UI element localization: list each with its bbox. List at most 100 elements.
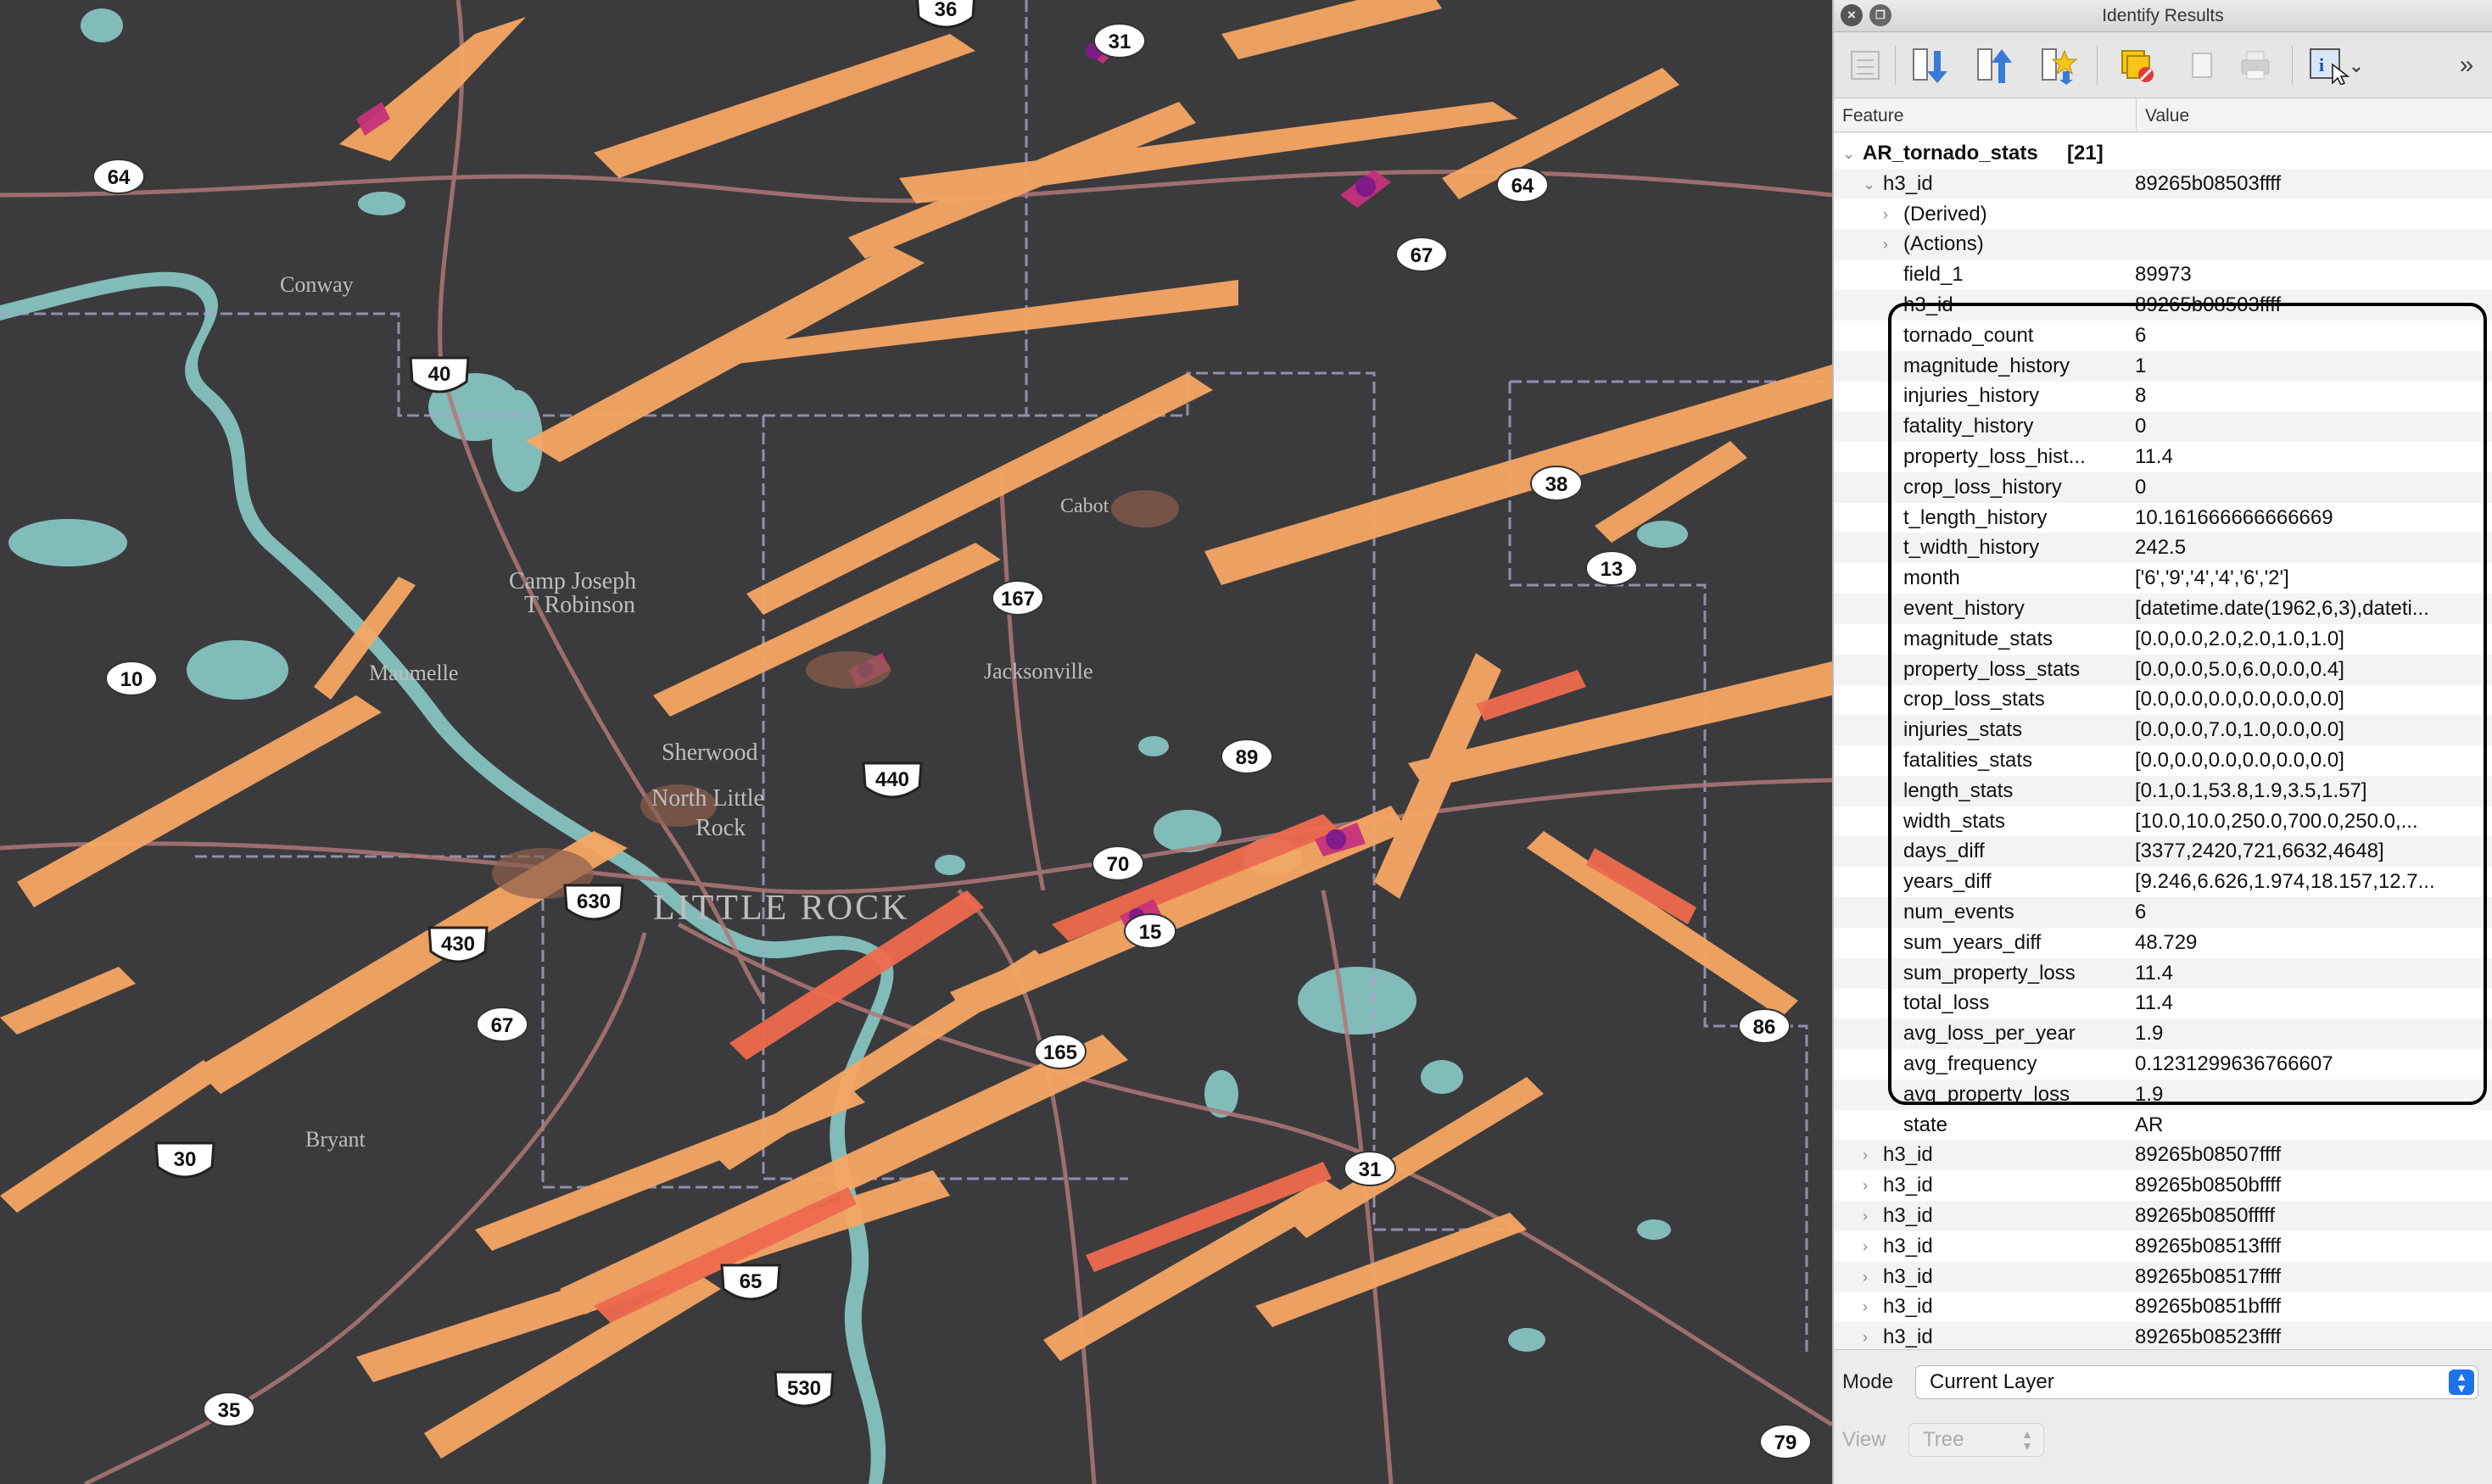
more-icon[interactable]: »	[2450, 44, 2484, 86]
feature-node[interactable]: › h3_id 89265b0850bffff	[1834, 1170, 2492, 1201]
attribute-row[interactable]: injuries_stats [0.0,0.0,7.0,1.0,0.0,0.0]	[1834, 715, 2492, 746]
interstate-shield: 630	[563, 884, 624, 921]
chevron-right-icon[interactable]: ›	[1863, 1140, 1868, 1170]
feature-key: tornado_count	[1903, 323, 2034, 347]
attribute-row[interactable]: state AR	[1834, 1110, 2492, 1141]
interstate-shield: 530	[774, 1370, 835, 1408]
derived-node[interactable]: › (Derived)	[1834, 199, 2492, 230]
attribute-row[interactable]: sum_years_diff 48.729	[1834, 928, 2492, 958]
highway-shield: 67	[476, 1007, 528, 1042]
attribute-row[interactable]: crop_loss_stats [0.0,0.0,0.0,0.0,0.0,0.0]	[1834, 684, 2492, 715]
feature-value: 1.9	[2135, 1022, 2164, 1046]
feature-node[interactable]: › h3_id 89265b0850fffff	[1834, 1201, 2492, 1231]
highway-shield: 70	[1092, 845, 1144, 881]
feature-node[interactable]: › h3_id 89265b08517ffff	[1834, 1261, 2492, 1292]
feature-value: [0.0,0.0,5.0,6.0,0.0,0.4]	[2135, 657, 2344, 681]
feature-key: h3_id	[1883, 1295, 1933, 1319]
attribute-row[interactable]: property_loss_hist... 11.4	[1834, 442, 2492, 472]
value-column-header[interactable]: Value	[2136, 98, 2189, 132]
attribute-row[interactable]: magnitude_stats [0.0,0.0,2.0,2.0,1.0,1.0]	[1834, 624, 2492, 655]
attribute-row[interactable]: sum_property_loss 11.4	[1834, 957, 2492, 989]
chevron-right-icon[interactable]: ›	[1863, 1322, 1868, 1349]
results-tree[interactable]: ⌄ AR_tornado_stats [21] ⌄ h3_id 89265b08503ff…	[1834, 133, 2492, 1349]
feature-node[interactable]: › h3_id 89265b0851bffff	[1834, 1292, 2492, 1322]
shield-number: 40	[428, 363, 451, 386]
attribute-row[interactable]: fatalities_stats [0.0,0.0,0.0,0.0,0.0,0.0…	[1834, 745, 2492, 776]
shield-number: 440	[875, 768, 909, 791]
expand-new-icon[interactable]	[1971, 44, 2017, 86]
feature-node[interactable]: › h3_id 89265b08513ffff	[1834, 1231, 2492, 1262]
feature-node[interactable]: ⌄ h3_id 89265b08503ffff	[1834, 168, 2492, 199]
feature-key: state	[1903, 1113, 1948, 1136]
print-icon[interactable]	[2232, 44, 2278, 86]
chevron-right-icon[interactable]: ›	[1863, 1170, 1868, 1201]
feature-value: 6	[2135, 901, 2147, 923]
actions-node[interactable]: › (Actions)	[1834, 229, 2492, 260]
chevron-right-icon[interactable]: ›	[1863, 1262, 1868, 1292]
attribute-row[interactable]: days_diff [3377,2420,721,6632,4648]	[1834, 836, 2492, 868]
identify-select-icon[interactable]: i	[2305, 44, 2365, 86]
view-select[interactable]: Tree ▲ ▼	[1908, 1423, 2044, 1457]
feature-key: days_diff	[1903, 840, 1985, 863]
copy-icon[interactable]	[2178, 44, 2224, 86]
attribute-row[interactable]: month ['6','9','4','4','6','2']	[1834, 563, 2492, 594]
attribute-row[interactable]: avg_frequency 0.1231299636766607	[1834, 1049, 2492, 1080]
shield-number: 65	[740, 1270, 763, 1293]
attribute-row[interactable]: width_stats [10.0,10.0,250.0,700.0,250.0,…	[1834, 806, 2492, 837]
feature-key: event_history	[1903, 597, 2025, 620]
attribute-row[interactable]: t_width_history 242.5	[1834, 533, 2492, 564]
layer-node[interactable]: ⌄ AR_tornado_stats [21]	[1834, 138, 2492, 169]
attribute-row[interactable]: fatality_history 0	[1834, 411, 2492, 443]
feature-node[interactable]: › h3_id 89265b08507ffff	[1834, 1140, 2492, 1171]
chevron-right-icon[interactable]: ›	[1863, 1231, 1868, 1262]
attribute-row[interactable]: avg_loss_per_year 1.9	[1834, 1018, 2492, 1050]
attribute-row[interactable]: years_diff [9.246,6.626,1.974,18.157,12.7…	[1834, 867, 2492, 897]
feature-value: [0.0,0.0,0.0,0.0,0.0,0.0]	[2135, 749, 2344, 772]
attribute-row[interactable]: injuries_history 8	[1834, 381, 2492, 411]
chevron-right-icon[interactable]: ›	[1883, 199, 1888, 230]
attribute-row[interactable]: crop_loss_history 0	[1834, 471, 2492, 503]
chevron-down-icon[interactable]: ⌄	[1863, 169, 1875, 199]
feature-value: [3377,2420,721,6632,4648]	[2135, 840, 2384, 863]
map-canvas[interactable]: Conway Cabot Camp Joseph T Robinson Maum…	[0, 0, 1832, 1484]
feature-node[interactable]: › h3_id 89265b08523ffff	[1834, 1322, 2492, 1349]
shield-number: 67	[1411, 244, 1433, 267]
feature-value: 242.5	[2135, 536, 2187, 560]
feature-key: length_stats	[1903, 778, 2014, 802]
attribute-row[interactable]: length_stats [0.1,0.1,53.8,1.9,3.5,1.57]	[1834, 775, 2492, 806]
feature-key: (Actions)	[1903, 232, 1984, 256]
chevron-right-icon[interactable]: ›	[1863, 1201, 1868, 1231]
attribute-row[interactable]: event_history [datetime.date(1962,6,3),da…	[1834, 594, 2492, 624]
mode-select[interactable]: Current Layer ▲ ▼	[1915, 1365, 2478, 1399]
map-svg: Conway Cabot Camp Joseph T Robinson Maum…	[0, 0, 1832, 1484]
attribute-row[interactable]: field_1 89973	[1834, 259, 2492, 290]
attribute-row[interactable]: avg_property_loss 1.9	[1834, 1079, 2492, 1110]
feature-value: 48.729	[2135, 930, 2198, 954]
feature-value: 89265b08503ffff	[2135, 171, 2282, 195]
attribute-row[interactable]: property_loss_stats [0.0,0.0,5.0,6.0,0.0,…	[1834, 654, 2492, 685]
feature-value: 10.161666666666669	[2135, 505, 2333, 529]
collapse-tree-icon[interactable]	[1907, 44, 1953, 86]
chevron-down-icon[interactable]: ⌄	[1842, 138, 1855, 169]
feature-value: [0.0,0.0,0.0,0.0,0.0,0.0]	[2135, 688, 2344, 711]
chevron-right-icon[interactable]: ›	[1883, 229, 1888, 259]
attribute-row[interactable]: num_events 6	[1834, 897, 2492, 928]
feature-key: (Derived)	[1903, 202, 1987, 226]
attribute-row[interactable]: magnitude_history 1	[1834, 350, 2492, 382]
feature-key: sum_years_diff	[1903, 930, 2042, 954]
feature-key: injuries_stats	[1903, 718, 2023, 742]
feature-column-header[interactable]: Feature	[1842, 106, 1903, 126]
feature-value: 0	[2135, 475, 2147, 499]
feature-key: width_stats	[1903, 809, 2006, 833]
clear-results-icon[interactable]	[2114, 44, 2160, 86]
attribute-row[interactable]: tornado_count 6	[1834, 321, 2492, 351]
expand-tree-icon[interactable]	[1842, 44, 1888, 86]
attribute-row[interactable]: total_loss 11.4	[1834, 988, 2492, 1018]
interstate-shield: 30	[154, 1141, 215, 1179]
star-expand-icon[interactable]	[2036, 44, 2081, 86]
place-label: Jacksonville	[984, 659, 1093, 683]
attribute-row[interactable]: t_length_history 10.161666666666669	[1834, 503, 2492, 533]
chevron-right-icon[interactable]: ›	[1863, 1292, 1868, 1322]
attribute-row[interactable]: h3_id 89265b08503ffff	[1834, 290, 2492, 321]
feature-value: 1.9	[2135, 1082, 2164, 1106]
